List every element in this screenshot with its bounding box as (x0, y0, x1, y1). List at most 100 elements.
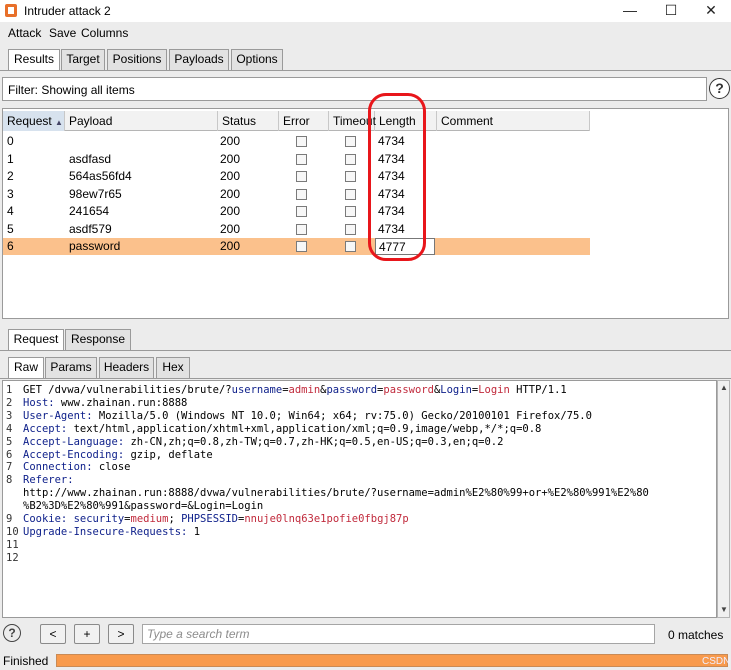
timeout-checkbox[interactable] (345, 136, 356, 147)
line-number: 9 (6, 513, 13, 525)
request-key: Host: (23, 396, 55, 409)
view-tab-divider (0, 378, 731, 379)
col-error[interactable]: Error (279, 111, 329, 131)
request-text: zh-CN,zh;q=0.8,zh-TW;q=0.7,zh-HK;q=0.5,e… (124, 435, 504, 448)
request-line: 12 (3, 552, 23, 565)
table-row[interactable]: 5 asdf579 200 4734 (3, 221, 590, 238)
cell-status: 200 (220, 169, 241, 183)
watermark: CSDN @yaowink (702, 656, 731, 670)
line-number: 8 (6, 474, 13, 487)
burp-app-icon (5, 4, 17, 17)
progress-fill (57, 655, 727, 666)
request-line: 7 Connection: close (3, 461, 130, 474)
timeout-checkbox[interactable] (345, 223, 356, 235)
request-key: Login (440, 384, 472, 396)
timeout-checkbox[interactable] (345, 206, 356, 217)
error-checkbox[interactable] (296, 153, 307, 165)
match-count: 0 matches (668, 628, 724, 642)
tab-hex[interactable]: Hex (156, 357, 190, 378)
table-row[interactable]: 3 98ew7r65 200 4734 (3, 186, 590, 203)
menu-save[interactable]: Save (49, 26, 76, 40)
error-checkbox[interactable] (296, 241, 307, 252)
col-request[interactable]: Request ▲ (3, 111, 65, 131)
cell-request: 6 (7, 239, 14, 253)
cell-payload: 564as56fd4 (69, 169, 132, 183)
request-line: 9 Cookie: security=medium; PHPSESSID=nnuj… (3, 513, 409, 526)
cell-payload: 98ew7r65 (69, 186, 122, 201)
cell-status: 200 (220, 204, 241, 218)
request-line: 10 Upgrade-Insecure-Requests: 1 (3, 526, 200, 539)
help-icon[interactable]: ? (709, 78, 730, 99)
request-line: 3 User-Agent: Mozilla/5.0 (Windows NT 10.… (3, 410, 592, 423)
close-button[interactable]: ✕ (691, 0, 731, 20)
menu-attack[interactable]: Attack (8, 26, 41, 40)
col-status[interactable]: Status (218, 111, 279, 131)
editor-scrollbar[interactable]: ▲ ▼ (717, 380, 730, 618)
cell-status: 200 (220, 151, 241, 166)
search-add-button[interactable]: + (74, 624, 100, 644)
request-text: %B2%3D%E2%80%991&password=&Login=Login (23, 500, 264, 513)
search-input[interactable] (142, 624, 655, 644)
menu-columns[interactable]: Columns (81, 26, 128, 40)
cell-request: 0 (7, 134, 14, 148)
tab-raw[interactable]: Raw (8, 357, 44, 379)
progress-bar: CSDN @yaowink (56, 654, 731, 670)
tab-params[interactable]: Params (45, 357, 97, 378)
search-help-icon[interactable]: ? (3, 624, 21, 642)
col-comment[interactable]: Comment (437, 111, 590, 131)
menu-bar: Attack Save Columns (0, 22, 731, 44)
status-label: Finished (3, 654, 49, 668)
table-row[interactable]: 6 password 200 4777 (3, 238, 590, 255)
scroll-down-icon[interactable]: ▼ (719, 605, 729, 615)
request-value: medium (130, 513, 169, 525)
tab-headers[interactable]: Headers (99, 357, 154, 378)
error-checkbox[interactable] (296, 223, 307, 235)
table-header: Request ▲ Payload Status Error Timeout L… (3, 111, 590, 131)
table-row[interactable]: 4 241654 200 4734 (3, 203, 590, 220)
tab-target[interactable]: Target (61, 49, 105, 70)
col-payload[interactable]: Payload (65, 111, 218, 131)
tab-request[interactable]: Request (8, 329, 64, 351)
request-line: 11 (3, 539, 23, 552)
tab-options[interactable]: Options (231, 49, 283, 70)
timeout-checkbox[interactable] (345, 188, 356, 200)
request-text: 1 (187, 525, 201, 538)
request-text: Mozilla/5.0 (Windows NT 10.0; Win64; x64… (92, 409, 592, 422)
tab-payloads[interactable]: Payloads (169, 49, 229, 70)
line-number: 3 (6, 409, 13, 422)
search-prev-button[interactable]: < (40, 624, 66, 644)
table-row[interactable]: 2 564as56fd4 200 4734 (3, 168, 590, 185)
request-line: 8 Referer: (3, 474, 74, 487)
minimize-button[interactable]: — (610, 0, 650, 20)
request-key: User-Agent: (23, 409, 93, 422)
scroll-up-icon[interactable]: ▲ (719, 383, 729, 393)
table-row[interactable]: 0 200 4734 (3, 133, 590, 150)
tab-positions[interactable]: Positions (107, 49, 167, 70)
line-number: 10 (6, 525, 19, 538)
request-key: Accept-Language: (23, 435, 125, 448)
request-value: nnuje0lnq63e1pofie0fbgj87p (244, 513, 409, 525)
error-checkbox[interactable] (296, 171, 307, 182)
search-next-button[interactable]: > (108, 624, 134, 644)
request-value: Login (478, 384, 510, 396)
cell-status: 200 (220, 134, 241, 148)
timeout-checkbox[interactable] (345, 171, 356, 182)
filter-bar[interactable]: Filter: Showing all items (2, 77, 707, 101)
maximize-button[interactable]: ☐ (651, 0, 691, 20)
request-editor[interactable]: 1 GET /dvwa/vulnerabilities/brute/?userna… (2, 380, 717, 618)
timeout-checkbox[interactable] (345, 153, 356, 165)
request-line: http://www.zhainan.run:8888/dvwa/vulnera… (3, 487, 649, 500)
error-checkbox[interactable] (296, 206, 307, 217)
error-checkbox[interactable] (296, 136, 307, 147)
cell-payload: asdf579 (69, 221, 112, 236)
tab-results[interactable]: Results (8, 49, 60, 71)
filter-label: Filter: Showing all items (8, 83, 135, 97)
timeout-checkbox[interactable] (345, 241, 356, 252)
table-row[interactable]: 1 asdfasd 200 4734 (3, 151, 590, 168)
line-number: 12 (6, 551, 19, 564)
error-checkbox[interactable] (296, 188, 307, 200)
cell-status: 200 (220, 186, 241, 201)
line-number: 1 (6, 384, 13, 396)
search-bar: ? < + > 0 matches (0, 620, 731, 648)
tab-response[interactable]: Response (65, 329, 131, 350)
